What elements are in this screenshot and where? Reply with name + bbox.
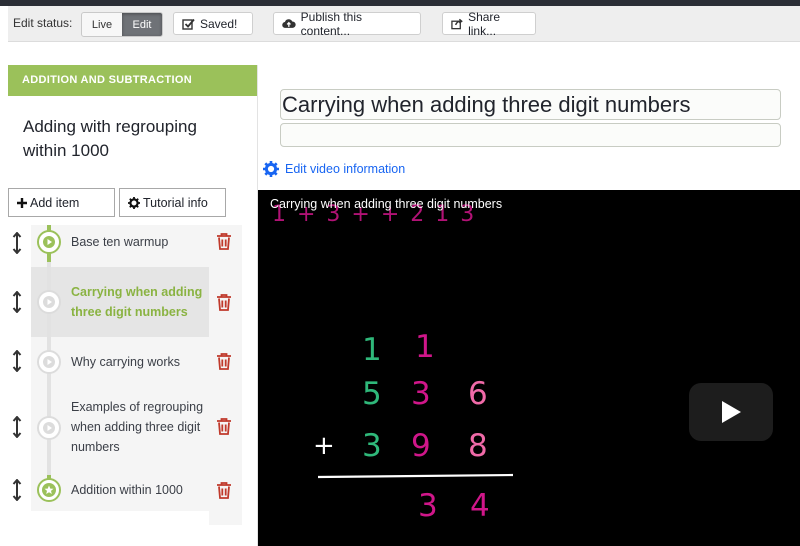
play-icon: [722, 401, 741, 423]
trash-icon[interactable]: [216, 418, 232, 435]
edit-video-info-link[interactable]: Edit video information: [263, 161, 405, 177]
plus-sign: +: [313, 431, 335, 461]
addend-digit: 3: [411, 376, 431, 412]
share-icon: [451, 18, 463, 29]
drag-handle-icon[interactable]: [12, 350, 22, 372]
result-digit: 3: [418, 488, 438, 524]
tutorial-title: Adding with regrouping within 1000: [23, 117, 197, 160]
publish-label: Publish this content...: [300, 9, 363, 38]
result-digit: 4: [470, 488, 490, 524]
tutorial-item[interactable]: Why carrying works: [8, 337, 258, 385]
drag-handle-icon[interactable]: [12, 479, 22, 501]
publish-button[interactable]: Publish this content...: [273, 9, 421, 38]
addend-digit: 5: [362, 376, 382, 412]
drag-handle-icon[interactable]: [12, 291, 22, 313]
edit-status-toggle[interactable]: Live Edit: [81, 12, 163, 37]
trash-icon[interactable]: [216, 233, 232, 250]
carry-digit: 1: [362, 332, 382, 368]
item-label: Carrying when adding three digit numbers: [71, 285, 203, 319]
video-caption: Carrying when adding three digit numbers: [270, 197, 503, 211]
tutorial-item[interactable]: Examples of regrouping when adding three…: [8, 385, 258, 469]
tutorial-item[interactable]: Carrying when adding three digit numbers: [8, 267, 258, 337]
cloud-upload-icon: [282, 19, 296, 28]
trash-icon[interactable]: [216, 482, 232, 499]
tutorial-item[interactable]: Addition within 1000: [8, 469, 258, 511]
share-label: Share link...: [468, 9, 501, 38]
trash-icon[interactable]: [216, 353, 232, 370]
star-icon: [37, 478, 61, 502]
saved-button[interactable]: Saved!: [173, 12, 253, 35]
plus-icon: [17, 197, 27, 208]
drag-handle-icon[interactable]: [12, 416, 22, 438]
addend-digit: 8: [468, 428, 488, 464]
handwriting-canvas: [317, 473, 514, 479]
section-header[interactable]: ADDITION AND SUBTRACTION: [8, 65, 258, 96]
tutorial-item[interactable]: Base ten warmup: [8, 225, 258, 267]
toolbar: Edit status: Live Edit Saved! Publish th…: [8, 6, 800, 42]
play-icon: [37, 230, 61, 254]
share-link-button[interactable]: Share link...: [442, 9, 536, 38]
add-item-button[interactable]: Add item: [8, 188, 115, 217]
add-item-label: Add item: [30, 195, 80, 210]
gear-icon: [263, 161, 279, 177]
sidebar-actions: Add item Tutorial info: [8, 188, 258, 218]
tutorial-info-label: Tutorial info: [143, 195, 208, 210]
tutorial-item-list: Base ten warmup Carrying when adding thr…: [8, 225, 258, 525]
video-title-field[interactable]: [280, 89, 781, 120]
item-label: Why carrying works: [71, 355, 181, 369]
addend-digit: 3: [362, 428, 382, 464]
play-button[interactable]: [689, 383, 773, 441]
live-button[interactable]: Live: [82, 13, 122, 36]
edit-status-label: Edit status:: [13, 16, 73, 30]
gear-icon: [128, 196, 140, 209]
play-icon: [37, 416, 61, 440]
edit-video-info-label: Edit video information: [285, 162, 406, 176]
play-icon: [37, 290, 61, 314]
item-label: Base ten warmup: [71, 235, 169, 249]
addend-digit: 6: [468, 376, 488, 412]
video-description-field[interactable]: [280, 123, 781, 147]
video-player[interactable]: 1 + 3 + + 2 1 3 1 1 5 3 6 + 3 9 8 3 4 Ca…: [258, 190, 800, 546]
play-icon: [37, 350, 61, 374]
tutorial-sidebar: ADDITION AND SUBTRACTION Adding with reg…: [8, 65, 258, 546]
addend-digit: 9: [411, 428, 431, 464]
checkbox-check-icon: [182, 18, 195, 30]
edit-button[interactable]: Edit: [122, 13, 162, 36]
item-label: Addition within 1000: [71, 483, 183, 497]
tutorial-info-button[interactable]: Tutorial info: [119, 188, 226, 217]
trash-icon[interactable]: [216, 294, 232, 311]
carry-digit: 1: [415, 329, 435, 365]
item-label: Examples of regrouping when adding three…: [71, 400, 204, 454]
saved-label: Saved!: [200, 16, 238, 31]
drag-handle-icon[interactable]: [12, 232, 22, 254]
